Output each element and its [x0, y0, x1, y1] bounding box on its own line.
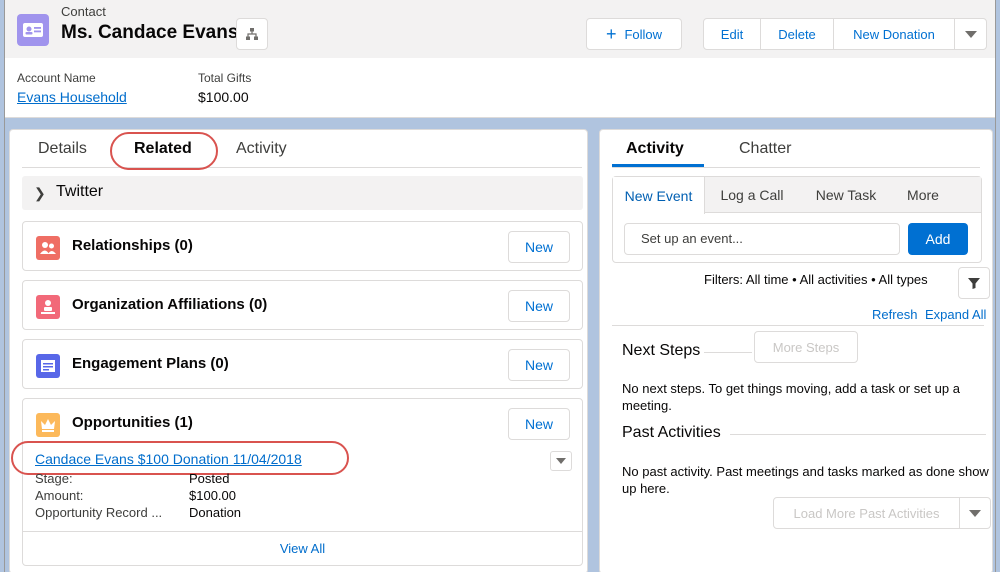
- contact-icon: [17, 14, 49, 46]
- more-steps-button[interactable]: More Steps: [754, 331, 858, 363]
- next-steps-empty-text: No next steps. To get things moving, add…: [622, 381, 960, 413]
- tab-new-event[interactable]: New Event: [613, 177, 705, 214]
- related-list-engagement-plans: Engagement Plans (0) New: [22, 339, 583, 389]
- tab-new-task[interactable]: New Task: [803, 177, 889, 213]
- follow-label: Follow: [624, 26, 663, 42]
- related-panel: Details Related Activity ❯ Twitter Relat…: [9, 129, 588, 572]
- tab-details[interactable]: Details: [38, 140, 87, 158]
- event-subject-input[interactable]: Set up an event...: [624, 223, 900, 255]
- divider: [704, 352, 752, 353]
- load-more-button[interactable]: Load More Past Activities: [773, 497, 960, 529]
- related-list-relationships: Relationships (0) New: [22, 221, 583, 271]
- row-actions-button[interactable]: [550, 451, 572, 471]
- related-list-affiliations: Organization Affiliations (0) New: [22, 280, 583, 330]
- delete-button[interactable]: Delete: [760, 18, 834, 50]
- new-engagement-plan-button[interactable]: New: [508, 349, 570, 381]
- add-button[interactable]: Add: [908, 223, 968, 255]
- tab-activity[interactable]: Activity: [236, 140, 287, 158]
- new-opportunity-button[interactable]: New: [508, 408, 570, 440]
- opp-record-type-label: Opportunity Record ...: [35, 505, 163, 520]
- opp-record-type-value: Donation: [189, 505, 242, 520]
- engagement-plans-icon: [36, 354, 60, 378]
- record-header: Contact Ms. Candace Evans + Follow Edit …: [5, 0, 995, 118]
- card-title: Organization Affiliations (0): [72, 296, 268, 313]
- opp-amount-label: Amount:: [35, 488, 84, 503]
- opp-stage-label: Stage:: [35, 471, 73, 486]
- app-frame: Contact Ms. Candace Evans + Follow Edit …: [4, 0, 996, 572]
- expand-all-link[interactable]: Expand All: [925, 307, 986, 322]
- opp-stage-value: Posted: [189, 471, 230, 486]
- next-steps-title: Next Steps: [622, 342, 701, 359]
- new-affiliation-button[interactable]: New: [508, 290, 570, 322]
- composer-tabs: New Event Log a Call New Task More: [613, 177, 981, 214]
- highlight-oval: [110, 132, 218, 170]
- total-gifts-label: Total Gifts: [198, 71, 252, 85]
- tab-more[interactable]: More: [895, 177, 951, 213]
- filter-button[interactable]: [958, 267, 990, 299]
- chevron-down-icon: [969, 509, 981, 517]
- card-title: Engagement Plans (0): [72, 355, 229, 372]
- record-name: Ms. Candace Evans: [61, 22, 239, 43]
- record-tabs: Details Related Activity: [22, 130, 582, 170]
- active-tab-indicator: [612, 164, 704, 167]
- view-all-link[interactable]: View All: [23, 531, 582, 565]
- chevron-down-icon: [964, 30, 977, 38]
- divider: [730, 434, 986, 435]
- account-name-label: Account Name: [17, 71, 96, 85]
- edit-button[interactable]: Edit: [703, 18, 761, 50]
- card-title: Opportunities (1): [72, 414, 193, 431]
- new-donation-button[interactable]: New Donation: [833, 18, 955, 50]
- affiliations-icon: [36, 295, 60, 319]
- account-name-link[interactable]: Evans Household: [17, 89, 127, 105]
- new-relationship-button[interactable]: New: [508, 231, 570, 263]
- tab-log-call[interactable]: Log a Call: [709, 177, 795, 213]
- opportunity-crown-icon: [36, 413, 60, 437]
- past-activities-title: Past Activities: [622, 424, 721, 441]
- follow-button[interactable]: + Follow: [586, 18, 682, 50]
- total-gifts-value: $100.00: [198, 89, 249, 105]
- plus-icon: +: [605, 23, 617, 44]
- opp-amount-value: $100.00: [189, 488, 236, 503]
- load-more-menu-button[interactable]: [959, 497, 991, 529]
- related-list-opportunities: Opportunities (1) New Candace Evans $100…: [11, 398, 583, 566]
- activity-composer: New Event Log a Call New Task More Set u…: [612, 176, 982, 263]
- chevron-right-icon: ❯: [34, 185, 46, 201]
- activity-panel: Activity Chatter New Event Log a Call Ne…: [599, 129, 993, 572]
- hierarchy-button[interactable]: [236, 18, 268, 50]
- relationships-icon: [36, 236, 60, 260]
- twitter-section[interactable]: ❯ Twitter: [22, 176, 583, 210]
- past-activities-empty-text: No past activity. Past meetings and task…: [622, 464, 989, 496]
- highlight-oval: [11, 441, 349, 475]
- divider: [612, 325, 984, 326]
- twitter-label: Twitter: [56, 183, 104, 200]
- record-header-top: Contact Ms. Candace Evans + Follow Edit …: [5, 0, 995, 58]
- activity-tabs: Activity Chatter: [612, 130, 980, 168]
- tab-activity-timeline[interactable]: Activity: [626, 140, 684, 158]
- more-actions-button[interactable]: [954, 18, 987, 50]
- chevron-down-icon: [556, 458, 566, 464]
- tab-chatter[interactable]: Chatter: [739, 140, 791, 158]
- card-title: Relationships (0): [72, 237, 193, 254]
- filters-text: Filters: All time • All activities • All…: [704, 272, 928, 287]
- object-type-label: Contact: [61, 4, 106, 19]
- refresh-link[interactable]: Refresh: [872, 307, 918, 322]
